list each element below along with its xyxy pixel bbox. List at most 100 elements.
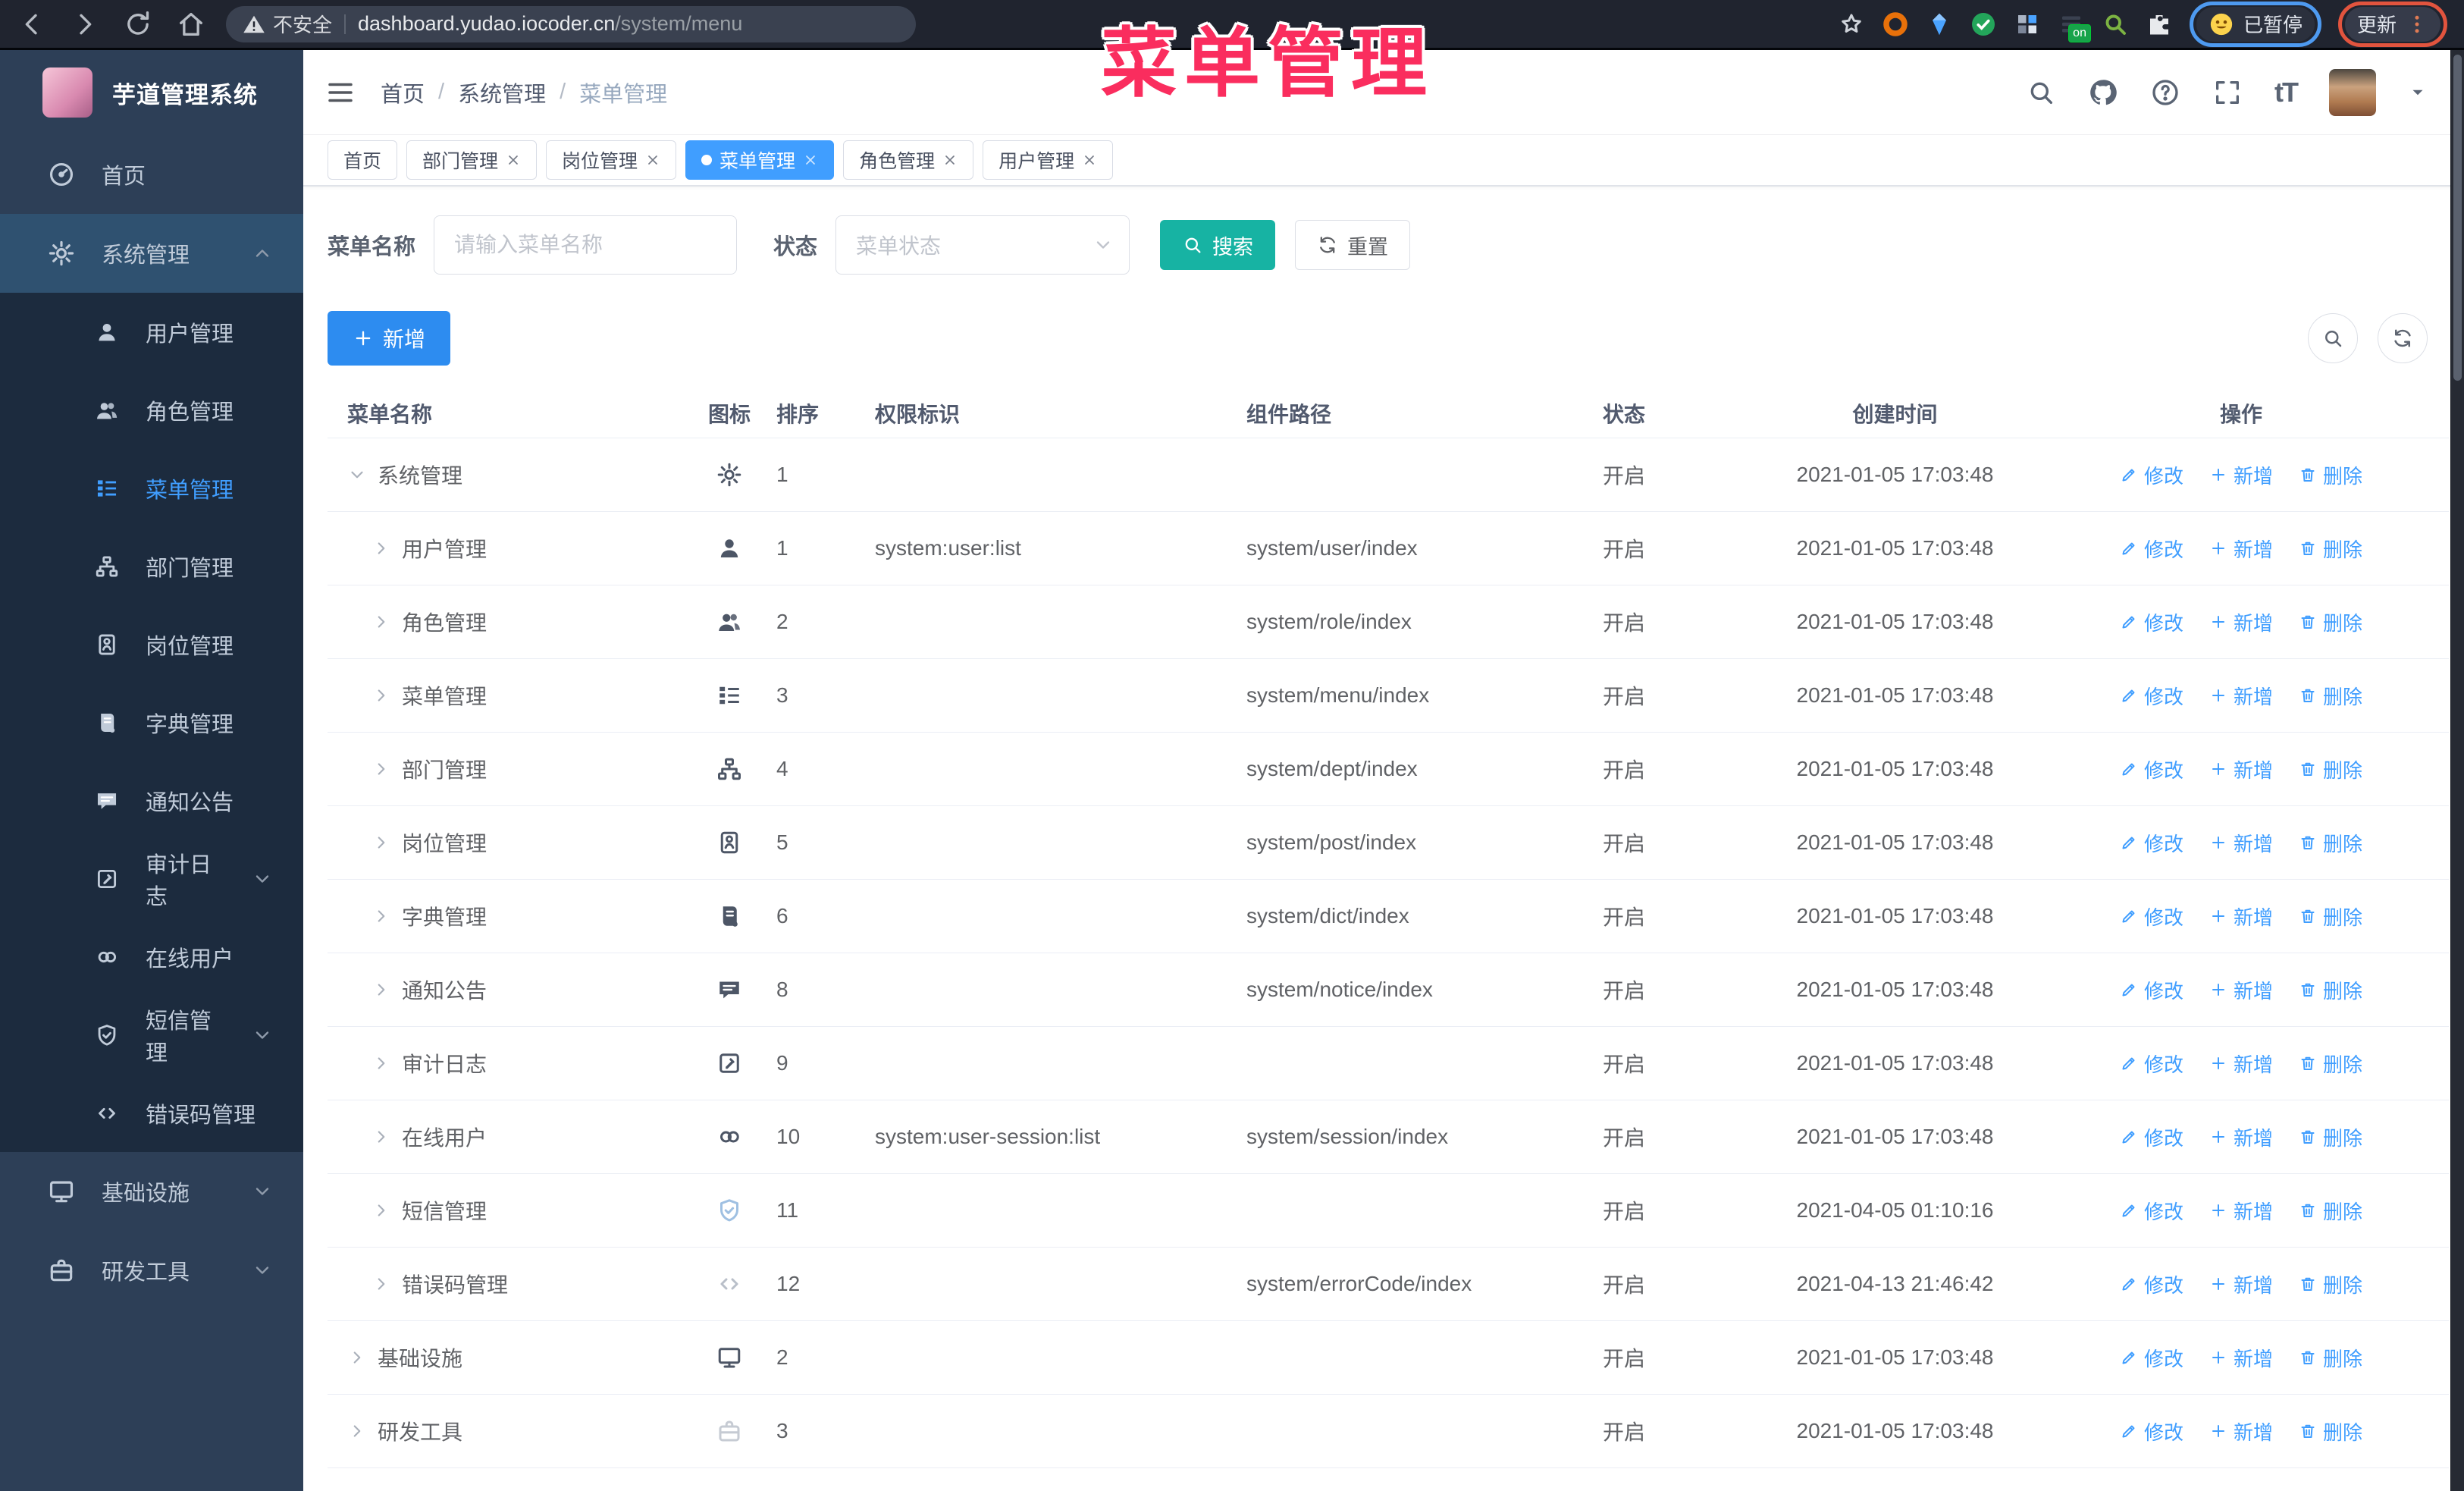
row-delete-link[interactable]: 删除 bbox=[2299, 535, 2362, 563]
browser-update-button[interactable]: 更新 bbox=[2344, 6, 2440, 42]
tab-岗位管理[interactable]: 岗位管理 bbox=[546, 140, 677, 180]
row-edit-link[interactable]: 修改 bbox=[2120, 1123, 2183, 1151]
row-delete-link[interactable]: 删除 bbox=[2299, 461, 2362, 489]
close-icon[interactable] bbox=[506, 152, 521, 168]
row-add-link[interactable]: 新增 bbox=[2209, 608, 2273, 636]
breadcrumb-item-系统管理[interactable]: 系统管理 bbox=[458, 77, 546, 108]
row-edit-link[interactable]: 修改 bbox=[2120, 755, 2183, 783]
row-add-link[interactable]: 新增 bbox=[2209, 1270, 2273, 1298]
row-edit-link[interactable]: 修改 bbox=[2120, 902, 2183, 931]
sidebar-item-字典管理[interactable]: 字典管理 bbox=[0, 683, 303, 761]
search-icon[interactable] bbox=[2026, 77, 2056, 108]
row-edit-link[interactable]: 修改 bbox=[2120, 1050, 2183, 1078]
row-delete-link[interactable]: 删除 bbox=[2299, 1270, 2362, 1298]
row-edit-link[interactable]: 修改 bbox=[2120, 1344, 2183, 1372]
expand-caret-right-icon[interactable] bbox=[371, 538, 391, 558]
menu-status-select[interactable]: 菜单状态 bbox=[835, 215, 1130, 275]
security-warning-icon[interactable] bbox=[243, 13, 265, 36]
sidebar-item-审计日志[interactable]: 审计日志 bbox=[0, 840, 303, 918]
user-avatar[interactable] bbox=[2329, 68, 2376, 116]
reload-icon[interactable] bbox=[123, 9, 153, 39]
back-icon[interactable] bbox=[17, 9, 47, 39]
row-add-link[interactable]: 新增 bbox=[2209, 1197, 2273, 1225]
ext-orange-icon[interactable] bbox=[1882, 11, 1909, 38]
row-edit-link[interactable]: 修改 bbox=[2120, 461, 2183, 489]
row-add-link[interactable]: 新增 bbox=[2209, 1123, 2273, 1151]
sidebar-item-错误码管理[interactable]: 错误码管理 bbox=[0, 1074, 303, 1152]
sidebar-item-用户管理[interactable]: 用户管理 bbox=[0, 293, 303, 371]
close-icon[interactable] bbox=[942, 152, 958, 168]
row-delete-link[interactable]: 删除 bbox=[2299, 1197, 2362, 1225]
row-delete-link[interactable]: 删除 bbox=[2299, 1417, 2362, 1445]
row-add-link[interactable]: 新增 bbox=[2209, 976, 2273, 1004]
row-edit-link[interactable]: 修改 bbox=[2120, 829, 2183, 857]
expand-caret-right-icon[interactable] bbox=[371, 833, 391, 852]
row-delete-link[interactable]: 删除 bbox=[2299, 682, 2362, 710]
expand-caret-right-icon[interactable] bbox=[371, 1274, 391, 1294]
row-edit-link[interactable]: 修改 bbox=[2120, 1270, 2183, 1298]
close-icon[interactable] bbox=[645, 152, 660, 168]
fullscreen-icon[interactable] bbox=[2212, 77, 2243, 108]
browser-scrollbar[interactable] bbox=[2450, 50, 2464, 1491]
row-add-link[interactable]: 新增 bbox=[2209, 829, 2273, 857]
expand-caret-right-icon[interactable] bbox=[371, 1201, 391, 1220]
row-delete-link[interactable]: 删除 bbox=[2299, 829, 2362, 857]
address-bar[interactable]: 不安全 dashboard.yudao.iocoder.cn/system/me… bbox=[226, 5, 916, 42]
expand-caret-right-icon[interactable] bbox=[347, 1421, 367, 1441]
tab-首页[interactable]: 首页 bbox=[328, 140, 398, 180]
expand-caret-right-icon[interactable] bbox=[371, 612, 391, 632]
sidebar-item-通知公告[interactable]: 通知公告 bbox=[0, 761, 303, 840]
close-icon[interactable] bbox=[1082, 152, 1097, 168]
sidebar-item-首页[interactable]: 首页 bbox=[0, 135, 303, 214]
add-menu-button[interactable]: 新增 bbox=[328, 311, 451, 366]
sidebar-item-系统管理[interactable]: 系统管理 bbox=[0, 214, 303, 293]
tab-角色管理[interactable]: 角色管理 bbox=[843, 140, 974, 180]
sidebar-item-短信管理[interactable]: 短信管理 bbox=[0, 996, 303, 1074]
sidebar-item-部门管理[interactable]: 部门管理 bbox=[0, 527, 303, 605]
ext-gem-icon[interactable] bbox=[1926, 11, 1953, 38]
search-button[interactable]: 搜索 bbox=[1160, 220, 1276, 270]
github-icon[interactable] bbox=[2088, 77, 2118, 108]
toggle-search-button[interactable] bbox=[2308, 313, 2358, 363]
row-add-link[interactable]: 新增 bbox=[2209, 682, 2273, 710]
row-edit-link[interactable]: 修改 bbox=[2120, 976, 2183, 1004]
sidebar-logo-row[interactable]: 芋道管理系统 bbox=[0, 50, 303, 135]
row-add-link[interactable]: 新增 bbox=[2209, 1050, 2273, 1078]
sidebar-item-菜单管理[interactable]: 菜单管理 bbox=[0, 449, 303, 527]
row-delete-link[interactable]: 删除 bbox=[2299, 902, 2362, 931]
tab-部门管理[interactable]: 部门管理 bbox=[406, 140, 538, 180]
sidebar-item-在线用户[interactable]: 在线用户 bbox=[0, 918, 303, 996]
question-icon[interactable] bbox=[2150, 77, 2180, 108]
reset-button[interactable]: 重置 bbox=[1295, 220, 1411, 270]
avatar-caret-down-icon[interactable] bbox=[2408, 83, 2428, 102]
ext-green-check-icon[interactable] bbox=[1970, 11, 1997, 38]
expand-caret-right-icon[interactable] bbox=[371, 1053, 391, 1073]
ext-on-icon[interactable]: on bbox=[2058, 11, 2091, 42]
row-add-link[interactable]: 新增 bbox=[2209, 1344, 2273, 1372]
ext-puzzle-icon[interactable] bbox=[2146, 11, 2173, 38]
row-add-link[interactable]: 新增 bbox=[2209, 535, 2273, 563]
row-add-link[interactable]: 新增 bbox=[2209, 461, 2273, 489]
row-add-link[interactable]: 新增 bbox=[2209, 1417, 2273, 1445]
expand-caret-right-icon[interactable] bbox=[371, 1127, 391, 1147]
menu-name-input[interactable] bbox=[434, 215, 738, 275]
expand-caret-right-icon[interactable] bbox=[347, 1348, 367, 1367]
row-delete-link[interactable]: 删除 bbox=[2299, 976, 2362, 1004]
row-edit-link[interactable]: 修改 bbox=[2120, 1417, 2183, 1445]
sidebar-collapse-icon[interactable] bbox=[324, 77, 356, 108]
row-delete-link[interactable]: 删除 bbox=[2299, 1344, 2362, 1372]
expand-caret-right-icon[interactable] bbox=[371, 980, 391, 1000]
browser-menu-dots-icon[interactable] bbox=[2406, 13, 2428, 36]
ext-magnifier-icon[interactable] bbox=[2102, 11, 2129, 38]
sidebar-item-研发工具[interactable]: 研发工具 bbox=[0, 1231, 303, 1310]
row-delete-link[interactable]: 删除 bbox=[2299, 608, 2362, 636]
sidebar-item-角色管理[interactable]: 角色管理 bbox=[0, 371, 303, 449]
refresh-table-button[interactable] bbox=[2378, 313, 2428, 363]
row-add-link[interactable]: 新增 bbox=[2209, 755, 2273, 783]
breadcrumb-item-首页[interactable]: 首页 bbox=[381, 77, 425, 108]
expand-caret-down-icon[interactable] bbox=[347, 465, 367, 485]
ext-grid-icon[interactable] bbox=[2014, 11, 2041, 38]
home-icon[interactable] bbox=[176, 9, 206, 39]
forward-icon[interactable] bbox=[70, 9, 100, 39]
row-add-link[interactable]: 新增 bbox=[2209, 902, 2273, 931]
